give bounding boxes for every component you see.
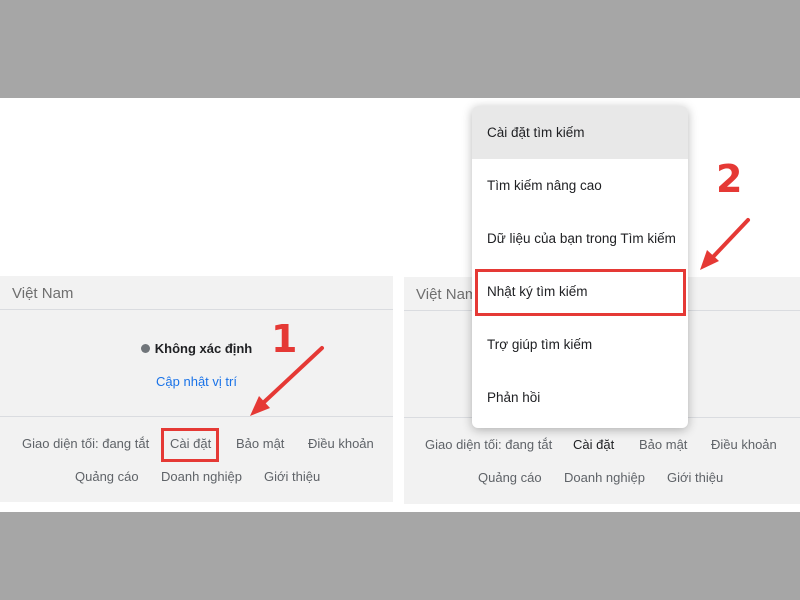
menu-item-search-settings[interactable]: Cài đặt tìm kiếm: [472, 106, 688, 159]
google-footer-left: Việt Nam Không xác định Cập nhật vị trí …: [0, 276, 393, 502]
menu-item-your-data-in-search[interactable]: Dữ liệu của bạn trong Tìm kiếm: [472, 212, 688, 265]
screenshot-stage: Việt Nam Không xác định Cập nhật vị trí …: [0, 98, 800, 512]
dark-mode-toggle[interactable]: Giao diện tối: đang tắt: [425, 437, 552, 452]
search-history-highlight-box: [475, 269, 686, 316]
country-label: Việt Nam: [12, 285, 74, 302]
divider: [0, 309, 393, 310]
terms-link[interactable]: Điều khoản: [711, 437, 777, 452]
dark-mode-toggle[interactable]: Giao diện tối: đang tắt: [22, 436, 149, 451]
menu-item-feedback[interactable]: Phản hồi: [472, 371, 688, 424]
update-location-link[interactable]: Cập nhật vị trí: [0, 374, 393, 389]
settings-highlight-box: [161, 428, 219, 462]
terms-link[interactable]: Điều khoản: [308, 436, 374, 451]
settings-link[interactable]: Cài đặt: [573, 437, 614, 452]
business-link[interactable]: Doanh nghiệp: [161, 469, 242, 484]
advertising-link[interactable]: Quảng cáo: [478, 470, 542, 485]
country-label: Việt Nam: [416, 286, 478, 303]
settings-dropdown-menu: Cài đặt tìm kiếm Tìm kiếm nâng cao Dữ li…: [472, 106, 688, 428]
arrow-2-shaft: [710, 218, 750, 260]
privacy-link[interactable]: Bảo mật: [236, 436, 284, 451]
advertising-link[interactable]: Quảng cáo: [75, 469, 139, 484]
menu-item-search-help[interactable]: Trợ giúp tìm kiếm: [472, 318, 688, 371]
about-link[interactable]: Giới thiệu: [264, 469, 320, 484]
arrow-2-head: [700, 250, 719, 270]
about-link[interactable]: Giới thiệu: [667, 470, 723, 485]
divider: [0, 416, 393, 417]
location-status: Không xác định: [0, 341, 393, 356]
business-link[interactable]: Doanh nghiệp: [564, 470, 645, 485]
step-number-2: 2: [716, 157, 743, 201]
location-dot-icon: [140, 344, 150, 353]
location-status-text: Không xác định: [154, 341, 253, 356]
privacy-link[interactable]: Bảo mật: [639, 437, 687, 452]
menu-item-advanced-search[interactable]: Tìm kiếm nâng cao: [472, 159, 688, 212]
step-number-1: 1: [271, 317, 298, 361]
